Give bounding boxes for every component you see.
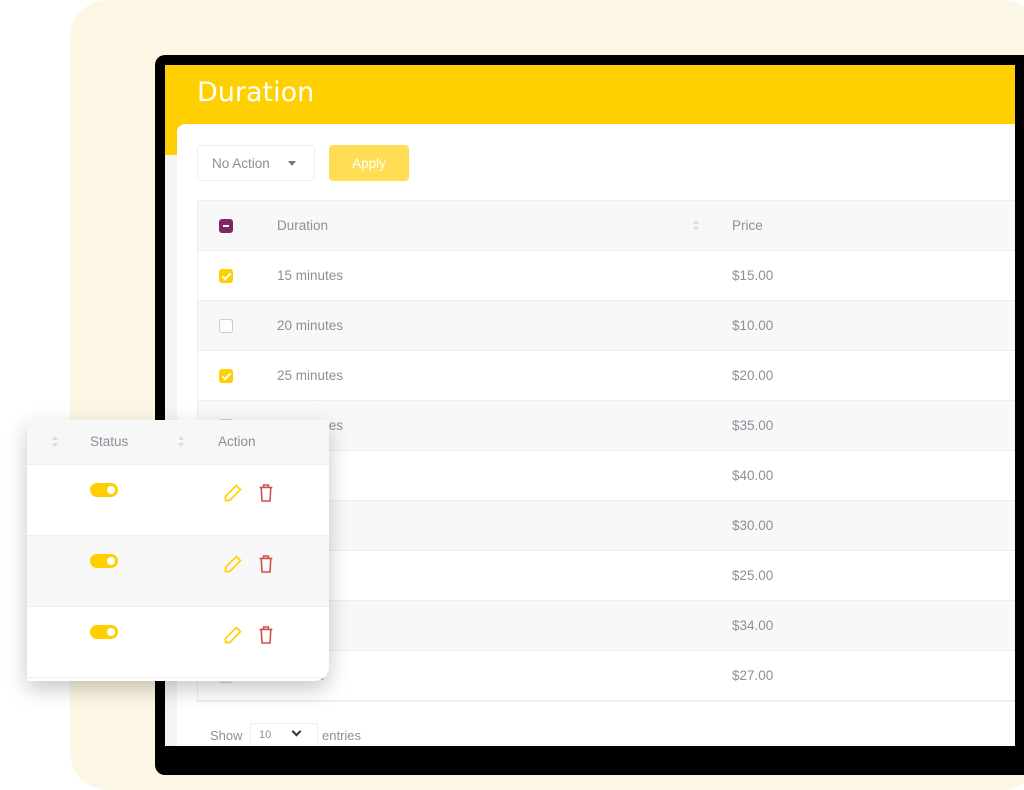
show-label: Show xyxy=(210,728,243,743)
price-cell: $10.00 xyxy=(732,318,774,333)
price-cell: $20.00 xyxy=(732,368,774,383)
edit-pencil-icon[interactable] xyxy=(223,483,243,508)
duration-cell: 20 minutes xyxy=(277,318,344,333)
page-size-select[interactable]: 10 xyxy=(250,723,318,746)
price-cell: $34.00 xyxy=(732,618,774,633)
delete-trash-icon[interactable] xyxy=(258,554,274,579)
column-action[interactable]: Action xyxy=(218,434,256,449)
sort-icon[interactable] xyxy=(693,220,699,232)
price-cell: $15.00 xyxy=(732,268,774,283)
price-cell: $30.00 xyxy=(732,518,774,533)
bulk-action-value: No Action xyxy=(212,156,270,171)
entries-label: entries xyxy=(322,728,362,743)
sort-icon[interactable] xyxy=(52,436,58,448)
table-row: 25 minutes $20.00 xyxy=(198,351,1015,401)
duration-cell: 15 minutes xyxy=(277,268,344,283)
delete-trash-icon[interactable] xyxy=(258,483,274,508)
edit-pencil-icon[interactable] xyxy=(223,625,243,650)
delete-trash-icon[interactable] xyxy=(258,625,274,650)
price-cell: $25.00 xyxy=(732,568,774,583)
table-row: 15 minutes $15.00 xyxy=(198,251,1015,301)
page-size-value: 10 xyxy=(259,729,272,741)
column-duration[interactable]: Duration xyxy=(277,218,328,233)
status-toggle[interactable] xyxy=(90,625,118,639)
page-title: Duration xyxy=(197,77,315,108)
row-checkbox[interactable] xyxy=(219,269,233,283)
sort-icon[interactable] xyxy=(178,436,184,448)
table-row: 20 minutes $10.00 xyxy=(198,301,1015,351)
edit-pencil-icon[interactable] xyxy=(223,554,243,579)
chevron-down-icon xyxy=(291,726,302,737)
select-all-checkbox[interactable] xyxy=(219,219,233,233)
panel-row xyxy=(27,607,329,678)
status-toggle[interactable] xyxy=(90,554,118,568)
column-price[interactable]: Price xyxy=(732,218,763,233)
status-action-panel: Status Action xyxy=(27,420,329,681)
price-cell: $40.00 xyxy=(732,468,774,483)
bulk-action-select[interactable]: No Action xyxy=(197,145,315,181)
apply-button[interactable]: Apply xyxy=(329,145,409,181)
duration-cell: 25 minutes xyxy=(277,368,344,383)
panel-row xyxy=(27,536,329,607)
page-size-control: Show 10 entries xyxy=(210,723,410,746)
caret-down-icon xyxy=(288,161,296,166)
status-toggle[interactable] xyxy=(90,483,118,497)
price-cell: $35.00 xyxy=(732,418,774,433)
row-checkbox[interactable] xyxy=(219,319,233,333)
column-status[interactable]: Status xyxy=(90,434,128,449)
table-header: Duration Price xyxy=(198,201,1015,251)
price-cell: $27.00 xyxy=(732,668,774,683)
row-checkbox[interactable] xyxy=(219,369,233,383)
panel-row xyxy=(27,465,329,536)
panel-header: Status Action xyxy=(27,420,329,465)
